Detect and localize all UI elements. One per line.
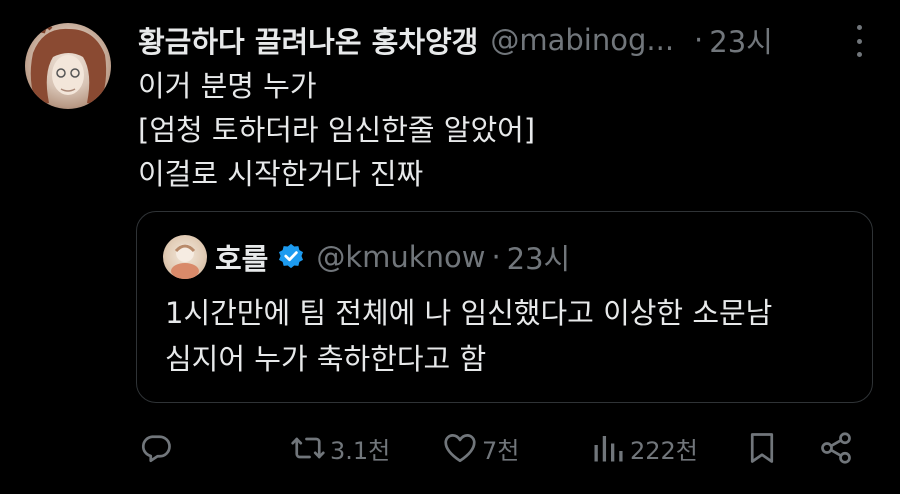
views-icon (594, 436, 623, 462)
separator-dot: · (694, 23, 704, 57)
retweet-icon (291, 437, 325, 459)
tweet-text-line: 이걸로 시작한거다 진짜 (138, 157, 424, 191)
author-name[interactable]: 황금하다 끌려나온 홍차양갱 (138, 19, 478, 61)
bookmark-icon (750, 433, 774, 463)
quoted-author-handle: @kmuknow (316, 240, 486, 274)
quoted-text: 1시간만에 팀 전체에 나 임신했다고 이상한 소문남 심지어 누가 축하한다고… (165, 290, 772, 382)
more-options-icon[interactable] (852, 25, 866, 57)
quoted-author-name: 호롤 (215, 242, 269, 276)
share-button[interactable] (818, 425, 854, 471)
tweet-time[interactable]: 23시 (709, 19, 773, 61)
views-count: 222천 (630, 436, 698, 465)
tweet-text: 이거 분명 누가 [엄청 토하더라 임신한줄 알았어] 이걸로 시작한거다 진짜 (138, 64, 535, 196)
quoted-tweet[interactable]: 호롤 @kmuknow · 23시 1시간만에 팀 전체에 나 임신했다고 이상… (136, 211, 873, 403)
reply-button[interactable] (138, 425, 174, 471)
retweet-count: 3.1천 (330, 436, 391, 465)
tweet-text-line: [엄청 토하더라 임신한줄 알았어] (138, 113, 536, 147)
bookmark-button[interactable] (744, 425, 780, 471)
views-button[interactable]: 222천 (590, 425, 698, 471)
tweet-text-line: 이거 분명 누가 (138, 69, 317, 103)
like-button[interactable]: 7천 (442, 425, 519, 471)
quoted-header: 호롤 @kmuknow · 23시 (215, 234, 570, 280)
author-handle[interactable]: @mabinog... (490, 23, 674, 57)
separator-dot: · (491, 240, 501, 274)
retweet-button[interactable]: 3.1천 (290, 425, 390, 471)
share-icon (821, 432, 851, 464)
quoted-author-avatar (163, 235, 207, 279)
action-bar: 3.1천 7천 222천 (0, 425, 900, 471)
heart-icon (444, 434, 476, 463)
author-avatar[interactable] (25, 23, 111, 109)
quoted-time: 23시 (506, 242, 571, 276)
tweet-header: 황금하다 끌려나온 홍차양갱 @mabinog... · 23시 (138, 18, 773, 62)
quoted-text-line: 1시간만에 팀 전체에 나 임신했다고 이상한 소문남 (165, 296, 773, 330)
reply-icon (141, 435, 171, 463)
like-count: 7천 (482, 436, 520, 465)
verified-badge-icon (276, 242, 306, 272)
quoted-text-line: 심지어 누가 축하한다고 함 (165, 342, 487, 376)
